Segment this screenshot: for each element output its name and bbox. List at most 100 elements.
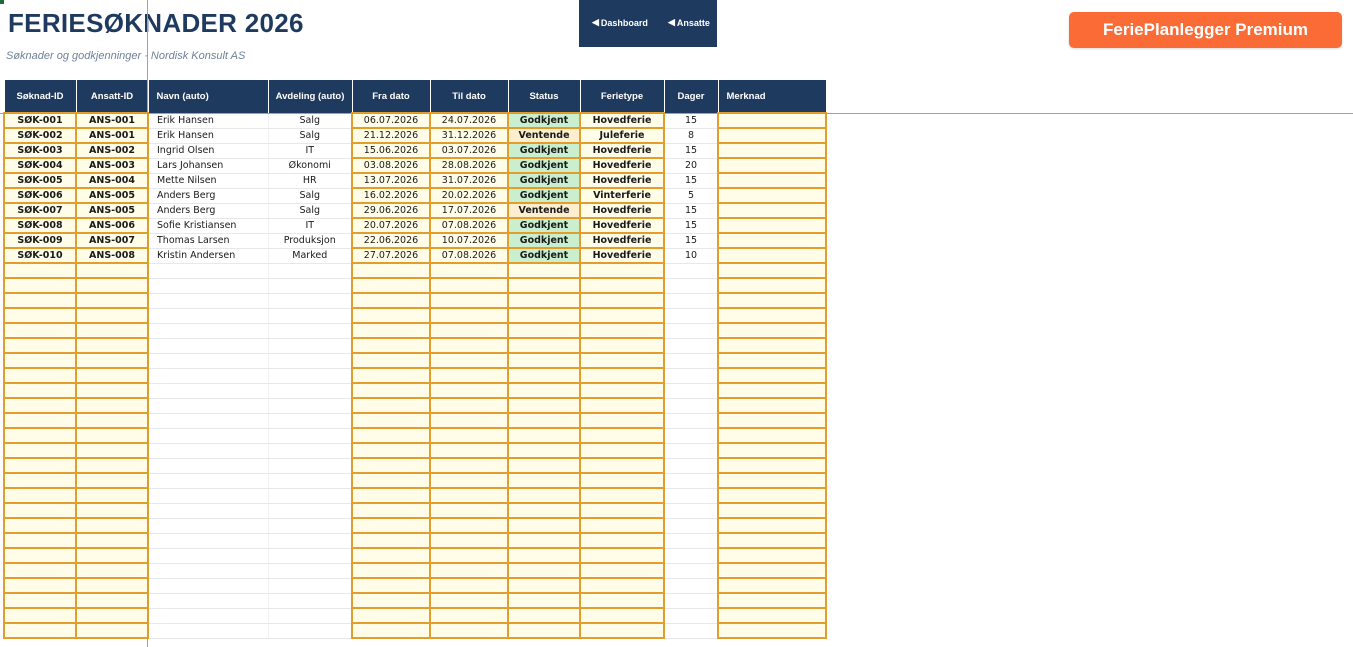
cell-til-dato[interactable] xyxy=(429,427,509,444)
cell-ferietype[interactable] xyxy=(579,397,665,414)
cell-til-dato[interactable] xyxy=(429,352,509,369)
cell-ansatt-id[interactable] xyxy=(75,547,149,564)
cell-ansatt-id[interactable] xyxy=(75,277,149,294)
cell-fra-dato[interactable] xyxy=(351,307,431,324)
col-header-dager[interactable]: Dager xyxy=(663,80,718,113)
cell-soknad-id[interactable] xyxy=(3,592,77,609)
cell-ansatt-id[interactable] xyxy=(75,352,149,369)
cell-soknad-id[interactable] xyxy=(3,382,77,399)
cell-til-dato[interactable]: 17.07.2026 xyxy=(429,202,509,219)
cell-merknad[interactable] xyxy=(717,442,827,459)
cell-til-dato[interactable] xyxy=(429,607,509,624)
col-header-status[interactable]: Status xyxy=(507,80,580,113)
cell-ansatt-id[interactable] xyxy=(75,442,149,459)
cell-fra-dato[interactable] xyxy=(351,322,431,339)
cell-merknad[interactable] xyxy=(717,202,827,219)
cell-ansatt-id[interactable]: ANS-004 xyxy=(75,172,149,189)
cell-til-dato[interactable] xyxy=(429,262,509,279)
cell-merknad[interactable] xyxy=(717,472,827,489)
cell-merknad[interactable] xyxy=(717,427,827,444)
cell-ansatt-id[interactable]: ANS-007 xyxy=(75,232,149,249)
cell-ferietype[interactable] xyxy=(579,382,665,399)
cell-fra-dato[interactable] xyxy=(351,442,431,459)
cell-merknad[interactable] xyxy=(717,517,827,534)
cell-ferietype[interactable] xyxy=(579,292,665,309)
cell-status[interactable] xyxy=(507,337,581,354)
cell-til-dato[interactable]: 31.07.2026 xyxy=(429,172,509,189)
cell-ansatt-id[interactable] xyxy=(75,262,149,279)
cell-soknad-id[interactable]: SØK-005 xyxy=(3,172,77,189)
cell-status[interactable]: Ventende xyxy=(507,202,581,219)
cell-merknad[interactable] xyxy=(717,142,827,159)
cell-til-dato[interactable] xyxy=(429,397,509,414)
cell-soknad-id[interactable] xyxy=(3,442,77,459)
cell-fra-dato[interactable] xyxy=(351,562,431,579)
cell-soknad-id[interactable] xyxy=(3,322,77,339)
cell-status[interactable] xyxy=(507,502,581,519)
cell-ansatt-id[interactable] xyxy=(75,397,149,414)
cell-merknad[interactable] xyxy=(717,397,827,414)
cell-fra-dato[interactable] xyxy=(351,607,431,624)
cell-ansatt-id[interactable] xyxy=(75,307,149,324)
cell-status[interactable]: Godkjent xyxy=(507,142,581,159)
cell-ferietype[interactable] xyxy=(579,262,665,279)
col-header-avdeling[interactable]: Avdeling (auto) xyxy=(267,80,352,113)
cell-status[interactable] xyxy=(507,322,581,339)
cell-merknad[interactable] xyxy=(717,262,827,279)
cell-soknad-id[interactable] xyxy=(3,562,77,579)
cell-til-dato[interactable] xyxy=(429,472,509,489)
cell-til-dato[interactable] xyxy=(429,457,509,474)
cell-ansatt-id[interactable] xyxy=(75,337,149,354)
cell-fra-dato[interactable]: 20.07.2026 xyxy=(351,217,431,234)
cell-ansatt-id[interactable] xyxy=(75,592,149,609)
cell-fra-dato[interactable] xyxy=(351,622,431,639)
cell-merknad[interactable] xyxy=(717,337,827,354)
cell-ansatt-id[interactable]: ANS-006 xyxy=(75,217,149,234)
cell-til-dato[interactable] xyxy=(429,547,509,564)
cell-ansatt-id[interactable]: ANS-005 xyxy=(75,187,149,204)
cell-soknad-id[interactable] xyxy=(3,397,77,414)
cell-til-dato[interactable] xyxy=(429,487,509,504)
cell-ansatt-id[interactable] xyxy=(75,292,149,309)
cell-soknad-id[interactable] xyxy=(3,487,77,504)
cell-soknad-id[interactable] xyxy=(3,367,77,384)
cell-status[interactable]: Ventende xyxy=(507,127,581,144)
cell-ansatt-id[interactable] xyxy=(75,412,149,429)
cell-merknad[interactable] xyxy=(717,487,827,504)
cell-soknad-id[interactable]: SØK-004 xyxy=(3,157,77,174)
cell-ferietype[interactable]: Hovedferie xyxy=(579,112,665,129)
cell-fra-dato[interactable] xyxy=(351,397,431,414)
col-header-fra-dato[interactable]: Fra dato xyxy=(351,80,430,113)
cell-status[interactable] xyxy=(507,472,581,489)
cell-ansatt-id[interactable] xyxy=(75,532,149,549)
cell-soknad-id[interactable] xyxy=(3,292,77,309)
cell-ferietype[interactable] xyxy=(579,307,665,324)
cell-status[interactable]: Godkjent xyxy=(507,247,581,264)
cell-soknad-id[interactable]: SØK-003 xyxy=(3,142,77,159)
cell-ferietype[interactable] xyxy=(579,487,665,504)
cell-til-dato[interactable]: 03.07.2026 xyxy=(429,142,509,159)
cell-merknad[interactable] xyxy=(717,412,827,429)
cell-merknad[interactable] xyxy=(717,382,827,399)
premium-button[interactable]: FeriePlanlegger Premium xyxy=(1069,12,1342,48)
cell-til-dato[interactable]: 20.02.2026 xyxy=(429,187,509,204)
cell-ferietype[interactable] xyxy=(579,607,665,624)
col-header-soknad-id[interactable]: Søknad-ID xyxy=(3,80,76,113)
cell-merknad[interactable] xyxy=(717,352,827,369)
cell-fra-dato[interactable] xyxy=(351,262,431,279)
cell-til-dato[interactable] xyxy=(429,622,509,639)
cell-status[interactable]: Godkjent xyxy=(507,232,581,249)
cell-ferietype[interactable] xyxy=(579,427,665,444)
cell-ferietype[interactable] xyxy=(579,352,665,369)
cell-merknad[interactable] xyxy=(717,172,827,189)
cell-soknad-id[interactable] xyxy=(3,262,77,279)
cell-merknad[interactable] xyxy=(717,247,827,264)
cell-ansatt-id[interactable] xyxy=(75,457,149,474)
cell-merknad[interactable] xyxy=(717,622,827,639)
cell-soknad-id[interactable]: SØK-010 xyxy=(3,247,77,264)
cell-merknad[interactable] xyxy=(717,457,827,474)
cell-ansatt-id[interactable] xyxy=(75,367,149,384)
cell-fra-dato[interactable]: 21.12.2026 xyxy=(351,127,431,144)
cell-merknad[interactable] xyxy=(717,532,827,549)
cell-fra-dato[interactable]: 15.06.2026 xyxy=(351,142,431,159)
